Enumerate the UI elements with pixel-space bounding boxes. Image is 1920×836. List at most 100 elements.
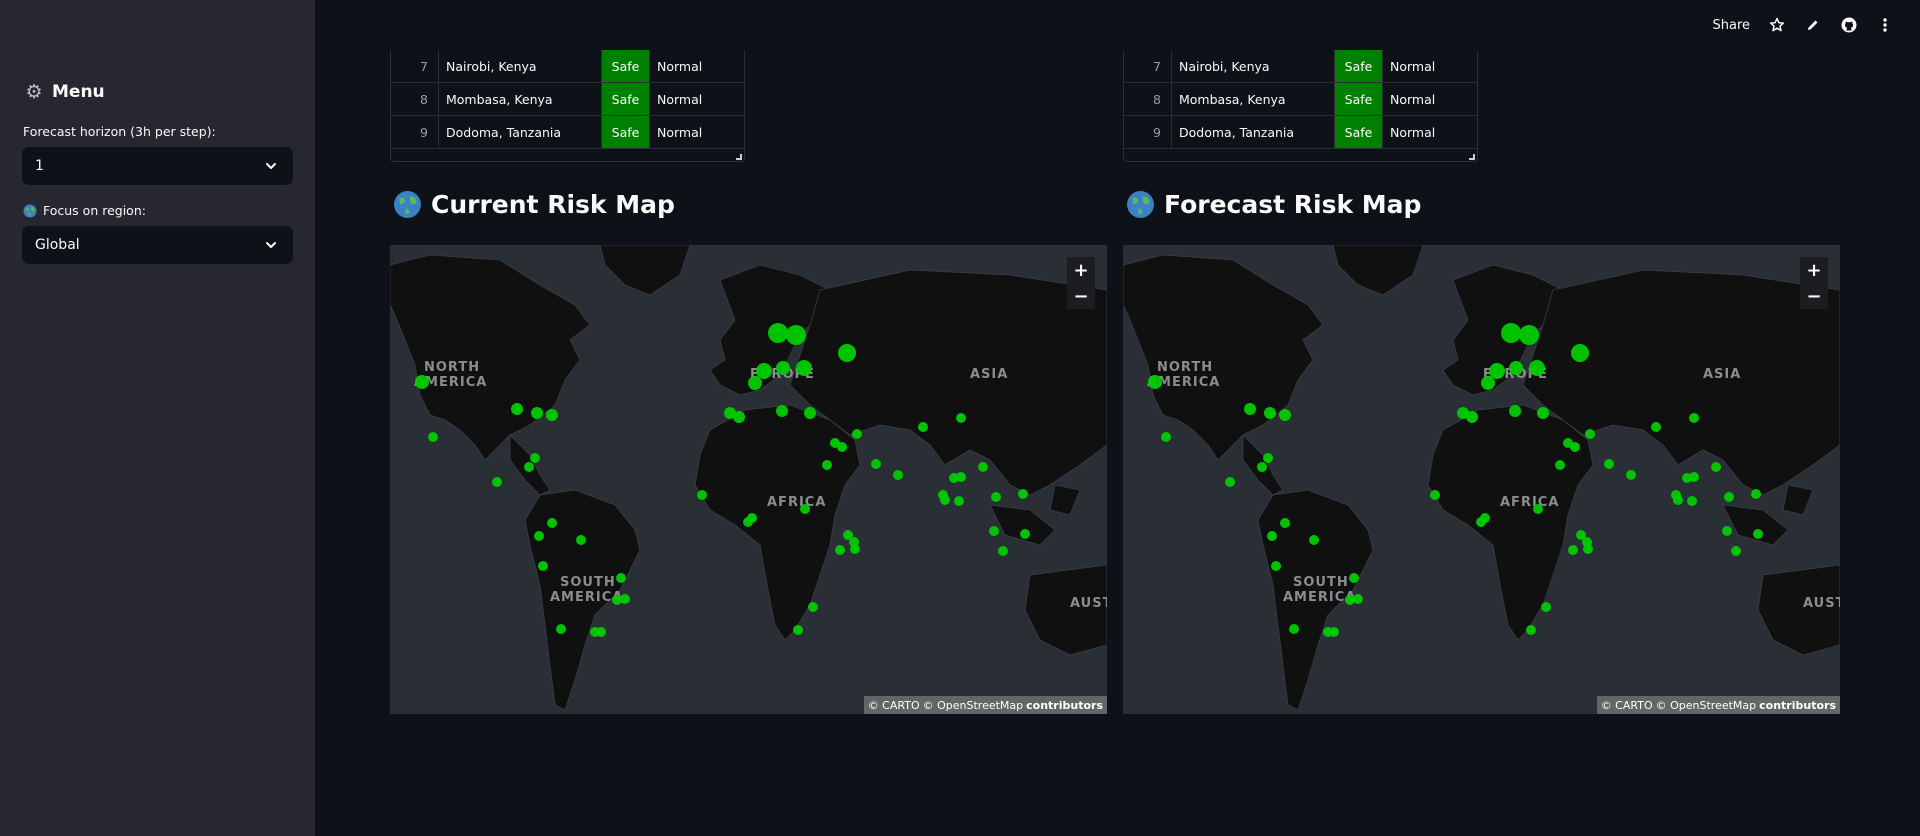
status-cell[interactable]: Safe: [1335, 83, 1383, 115]
risk-marker[interactable]: [1571, 344, 1589, 362]
risk-marker[interactable]: [1541, 602, 1551, 612]
status-cell[interactable]: Safe: [1335, 116, 1383, 148]
risk-marker[interactable]: [616, 573, 626, 583]
status-cell[interactable]: Safe: [602, 83, 650, 115]
risk-marker[interactable]: [1651, 422, 1661, 432]
risk-marker[interactable]: [1753, 529, 1763, 539]
risk-marker[interactable]: [1466, 411, 1478, 423]
risk-marker[interactable]: [991, 492, 1001, 502]
risk-marker[interactable]: [918, 422, 928, 432]
risk-marker[interactable]: [743, 517, 753, 527]
risk-marker[interactable]: [1244, 403, 1256, 415]
risk-marker[interactable]: [576, 535, 586, 545]
risk-marker[interactable]: [1279, 409, 1291, 421]
zoom-out-button[interactable]: −: [1067, 283, 1095, 309]
risk-marker[interactable]: [804, 407, 816, 419]
github-icon[interactable]: [1840, 16, 1858, 34]
risk-marker[interactable]: [1018, 489, 1028, 499]
risk-marker[interactable]: [1148, 375, 1162, 389]
risk-marker[interactable]: [1161, 432, 1171, 442]
risk-marker[interactable]: [1280, 518, 1290, 528]
risk-marker[interactable]: [850, 544, 860, 554]
resize-handle-icon[interactable]: [1469, 154, 1475, 160]
table-row[interactable]: 7 Nairobi, Kenya Safe Normal: [1124, 50, 1477, 83]
zoom-in-button[interactable]: +: [1800, 257, 1828, 283]
region-select[interactable]: Global: [22, 226, 293, 264]
level-cell[interactable]: Normal: [650, 50, 744, 82]
status-cell[interactable]: Safe: [1335, 50, 1383, 82]
risk-marker[interactable]: [428, 432, 438, 442]
risk-marker[interactable]: [1349, 573, 1359, 583]
attribution-carto[interactable]: © CARTO: [1601, 699, 1653, 712]
risk-marker[interactable]: [1583, 544, 1593, 554]
level-cell[interactable]: Normal: [1383, 83, 1477, 115]
risk-marker[interactable]: [1263, 453, 1273, 463]
risk-marker[interactable]: [822, 460, 832, 470]
world-map-layer[interactable]: NORTH AMERICA SOUTH AMERICA EUROPE ASIA …: [1123, 245, 1840, 714]
risk-marker[interactable]: [697, 490, 707, 500]
risk-marker[interactable]: [1345, 595, 1355, 605]
risk-marker[interactable]: [837, 442, 847, 452]
attribution-carto[interactable]: © CARTO: [868, 699, 920, 712]
risk-marker[interactable]: [796, 360, 812, 376]
city-cell[interactable]: Mombasa, Kenya: [439, 83, 602, 115]
risk-marker[interactable]: [1751, 489, 1761, 499]
risk-marker[interactable]: [838, 344, 856, 362]
risk-marker[interactable]: [1501, 323, 1521, 343]
current-risk-map[interactable]: NORTH AMERICA SOUTH AMERICA EUROPE ASIA …: [390, 245, 1107, 714]
risk-marker[interactable]: [1537, 407, 1549, 419]
risk-marker[interactable]: [1555, 460, 1565, 470]
risk-marker[interactable]: [1476, 517, 1486, 527]
star-icon[interactable]: [1768, 16, 1786, 34]
city-cell[interactable]: Mombasa, Kenya: [1172, 83, 1335, 115]
attribution-osm[interactable]: © OpenStreetMap: [923, 699, 1024, 712]
risk-marker[interactable]: [978, 462, 988, 472]
risk-marker[interactable]: [1585, 429, 1595, 439]
risk-marker[interactable]: [1724, 492, 1734, 502]
city-cell[interactable]: Nairobi, Kenya: [1172, 50, 1335, 82]
risk-marker[interactable]: [1271, 561, 1281, 571]
risk-marker[interactable]: [1689, 472, 1699, 482]
zoom-out-button[interactable]: −: [1800, 283, 1828, 309]
attribution-osm[interactable]: © OpenStreetMap: [1656, 699, 1757, 712]
current-risk-table[interactable]: 7 Nairobi, Kenya Safe Normal 8 Mombasa, …: [390, 50, 745, 162]
risk-marker[interactable]: [786, 325, 806, 345]
table-row[interactable]: 9 Dodoma, Tanzania Safe Normal: [1124, 116, 1477, 149]
risk-marker[interactable]: [893, 470, 903, 480]
risk-marker[interactable]: [1570, 442, 1580, 452]
risk-marker[interactable]: [1225, 477, 1235, 487]
risk-marker[interactable]: [596, 627, 606, 637]
risk-marker[interactable]: [1257, 462, 1267, 472]
risk-marker[interactable]: [776, 361, 790, 375]
risk-marker[interactable]: [808, 602, 818, 612]
risk-marker[interactable]: [852, 429, 862, 439]
risk-marker[interactable]: [1711, 462, 1721, 472]
kebab-menu-icon[interactable]: [1876, 16, 1894, 34]
status-cell[interactable]: Safe: [602, 116, 650, 148]
risk-marker[interactable]: [1509, 361, 1523, 375]
level-cell[interactable]: Normal: [1383, 50, 1477, 82]
risk-marker[interactable]: [793, 625, 803, 635]
level-cell[interactable]: Normal: [1383, 116, 1477, 148]
table-row[interactable]: 7 Nairobi, Kenya Safe Normal: [391, 50, 744, 83]
horizon-select[interactable]: 1: [22, 147, 293, 185]
risk-marker[interactable]: [1731, 546, 1741, 556]
risk-marker[interactable]: [546, 409, 558, 421]
risk-marker[interactable]: [524, 462, 534, 472]
risk-marker[interactable]: [998, 546, 1008, 556]
risk-marker[interactable]: [1533, 504, 1543, 514]
risk-marker[interactable]: [1519, 325, 1539, 345]
risk-marker[interactable]: [776, 405, 788, 417]
risk-marker[interactable]: [989, 526, 999, 536]
forecast-risk-table[interactable]: 7 Nairobi, Kenya Safe Normal 8 Mombasa, …: [1123, 50, 1478, 162]
status-cell[interactable]: Safe: [602, 50, 650, 82]
risk-marker[interactable]: [511, 403, 523, 415]
risk-marker[interactable]: [1526, 625, 1536, 635]
risk-marker[interactable]: [492, 477, 502, 487]
risk-marker[interactable]: [1430, 490, 1440, 500]
risk-marker[interactable]: [756, 363, 772, 379]
risk-marker[interactable]: [1673, 495, 1683, 505]
risk-marker[interactable]: [1604, 459, 1614, 469]
risk-marker[interactable]: [733, 411, 745, 423]
table-row[interactable]: 8 Mombasa, Kenya Safe Normal: [1124, 83, 1477, 116]
